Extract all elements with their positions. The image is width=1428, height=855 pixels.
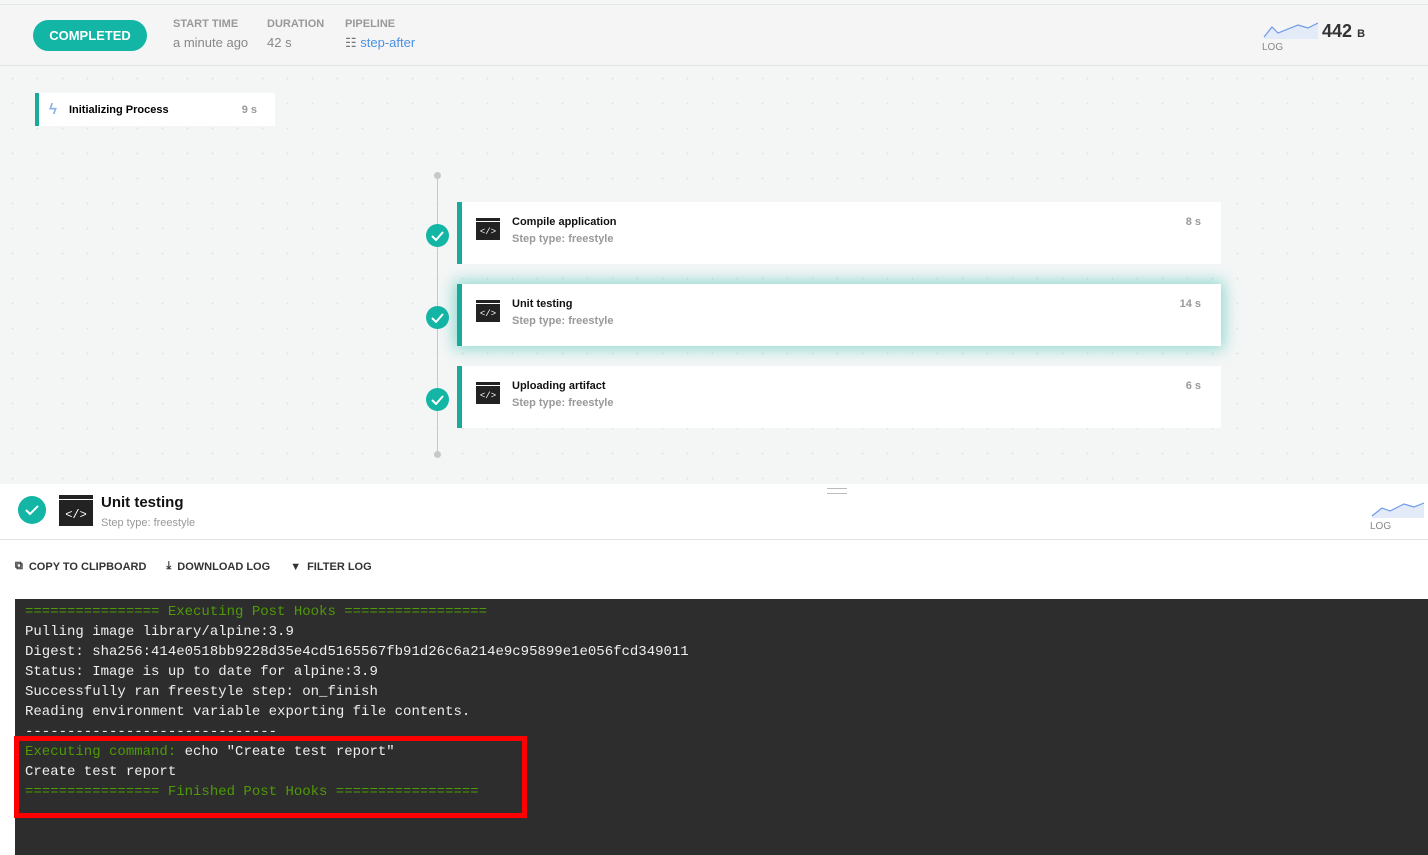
timeline-start-dot bbox=[434, 172, 441, 179]
panel-log-button[interactable]: LOG bbox=[1370, 500, 1424, 532]
duration-value: 42 s bbox=[267, 35, 324, 50]
pipeline-label: PIPELINE bbox=[345, 18, 415, 30]
code-terminal-icon: </> bbox=[476, 300, 500, 322]
step-title: Compile application bbox=[512, 216, 617, 228]
start-time: START TIME a minute ago bbox=[173, 18, 248, 50]
svg-text:</>: </> bbox=[480, 227, 496, 237]
log-line: Reading environment variable exporting f… bbox=[25, 702, 1418, 722]
svg-text:</>: </> bbox=[65, 508, 87, 522]
step-duration: 14 s bbox=[1180, 298, 1201, 310]
pipeline-canvas: ϟ Initializing Process 9 s </> Compile a… bbox=[0, 66, 1428, 484]
start-time-value: a minute ago bbox=[173, 35, 248, 50]
check-icon bbox=[18, 496, 46, 524]
log-size-unit: B bbox=[1357, 28, 1365, 40]
code-terminal-icon: </> bbox=[59, 495, 93, 526]
log-button[interactable]: LOG bbox=[1262, 19, 1318, 53]
copy-to-clipboard-button[interactable]: ⧉ COPY TO CLIPBOARD bbox=[15, 560, 146, 573]
code-terminal-icon: </> bbox=[476, 218, 500, 240]
timeline-end-dot bbox=[434, 451, 441, 458]
log-line: Pulling image library/alpine:3.9 bbox=[25, 622, 1418, 642]
log-size-value: 442 bbox=[1322, 21, 1352, 41]
panel-title: Unit testing bbox=[101, 494, 184, 511]
pipeline-link[interactable]: step-after bbox=[360, 35, 415, 50]
step-duration: 9 s bbox=[242, 104, 257, 116]
log-line: Successfully ran freestyle step: on_fini… bbox=[25, 682, 1418, 702]
log-toolbar: ⧉ COPY TO CLIPBOARD ⤓ DOWNLOAD LOG ▼ FILTER… bbox=[15, 560, 372, 573]
log-sparkline-icon bbox=[1370, 500, 1424, 518]
code-terminal-icon: </> bbox=[476, 382, 500, 404]
status-badge: COMPLETED bbox=[33, 20, 147, 51]
step-duration: 8 s bbox=[1186, 216, 1201, 228]
lightning-icon: ϟ bbox=[49, 101, 57, 118]
check-icon bbox=[426, 224, 449, 247]
filter-label: FILTER LOG bbox=[307, 561, 372, 573]
start-time-label: START TIME bbox=[173, 18, 248, 30]
download-label: DOWNLOAD LOG bbox=[177, 561, 270, 573]
pipeline: PIPELINE ☷ step-after bbox=[345, 18, 415, 51]
log-label: LOG bbox=[1370, 521, 1424, 532]
log-line: ================ Executing Post Hooks ==… bbox=[25, 602, 1418, 622]
log-label: LOG bbox=[1262, 42, 1318, 53]
log-size: 442 B bbox=[1322, 21, 1365, 42]
copy-label: COPY TO CLIPBOARD bbox=[29, 561, 147, 573]
panel-header: </> Unit testing Step type: freestyle LO… bbox=[0, 484, 1428, 540]
filter-log-button[interactable]: ▼ FILTER LOG bbox=[290, 560, 371, 573]
initializing-process-step[interactable]: ϟ Initializing Process 9 s bbox=[35, 93, 275, 126]
step-title: Initializing Process bbox=[69, 104, 242, 116]
download-icon: ⤓ bbox=[166, 560, 171, 573]
build-header: COMPLETED START TIME a minute ago DURATIO… bbox=[0, 4, 1428, 66]
step-unit-testing[interactable]: </> Unit testing Step type: freestyle 14… bbox=[457, 284, 1221, 346]
filter-icon: ▼ bbox=[290, 561, 301, 573]
log-line: Digest: sha256:414e0518bb9228d35e4cd5165… bbox=[25, 642, 1418, 662]
pipeline-icon: ☷ bbox=[345, 35, 357, 50]
highlight-box bbox=[14, 736, 527, 818]
duration-label: DURATION bbox=[267, 18, 324, 30]
svg-text:</>: </> bbox=[480, 309, 496, 319]
log-line: Status: Image is up to date for alpine:3… bbox=[25, 662, 1418, 682]
step-compile-application[interactable]: </> Compile application Step type: frees… bbox=[457, 202, 1221, 264]
step-duration: 6 s bbox=[1186, 380, 1201, 392]
step-uploading-artifact[interactable]: </> Uploading artifact Step type: freest… bbox=[457, 366, 1221, 428]
log-sparkline-icon bbox=[1262, 19, 1318, 39]
panel-step-type: Step type: freestyle bbox=[101, 517, 195, 529]
resize-handle[interactable] bbox=[827, 488, 847, 494]
check-icon bbox=[426, 306, 449, 329]
step-type: Step type: freestyle bbox=[512, 233, 613, 245]
copy-icon: ⧉ bbox=[15, 560, 23, 573]
download-log-button[interactable]: ⤓ DOWNLOAD LOG bbox=[166, 560, 270, 573]
check-icon bbox=[426, 388, 449, 411]
step-title: Uploading artifact bbox=[512, 380, 606, 392]
step-title: Unit testing bbox=[512, 298, 573, 310]
step-log-panel: </> Unit testing Step type: freestyle LO… bbox=[0, 484, 1428, 855]
step-type: Step type: freestyle bbox=[512, 315, 613, 327]
svg-text:</>: </> bbox=[480, 391, 496, 401]
duration: DURATION 42 s bbox=[267, 18, 324, 50]
step-type: Step type: freestyle bbox=[512, 397, 613, 409]
